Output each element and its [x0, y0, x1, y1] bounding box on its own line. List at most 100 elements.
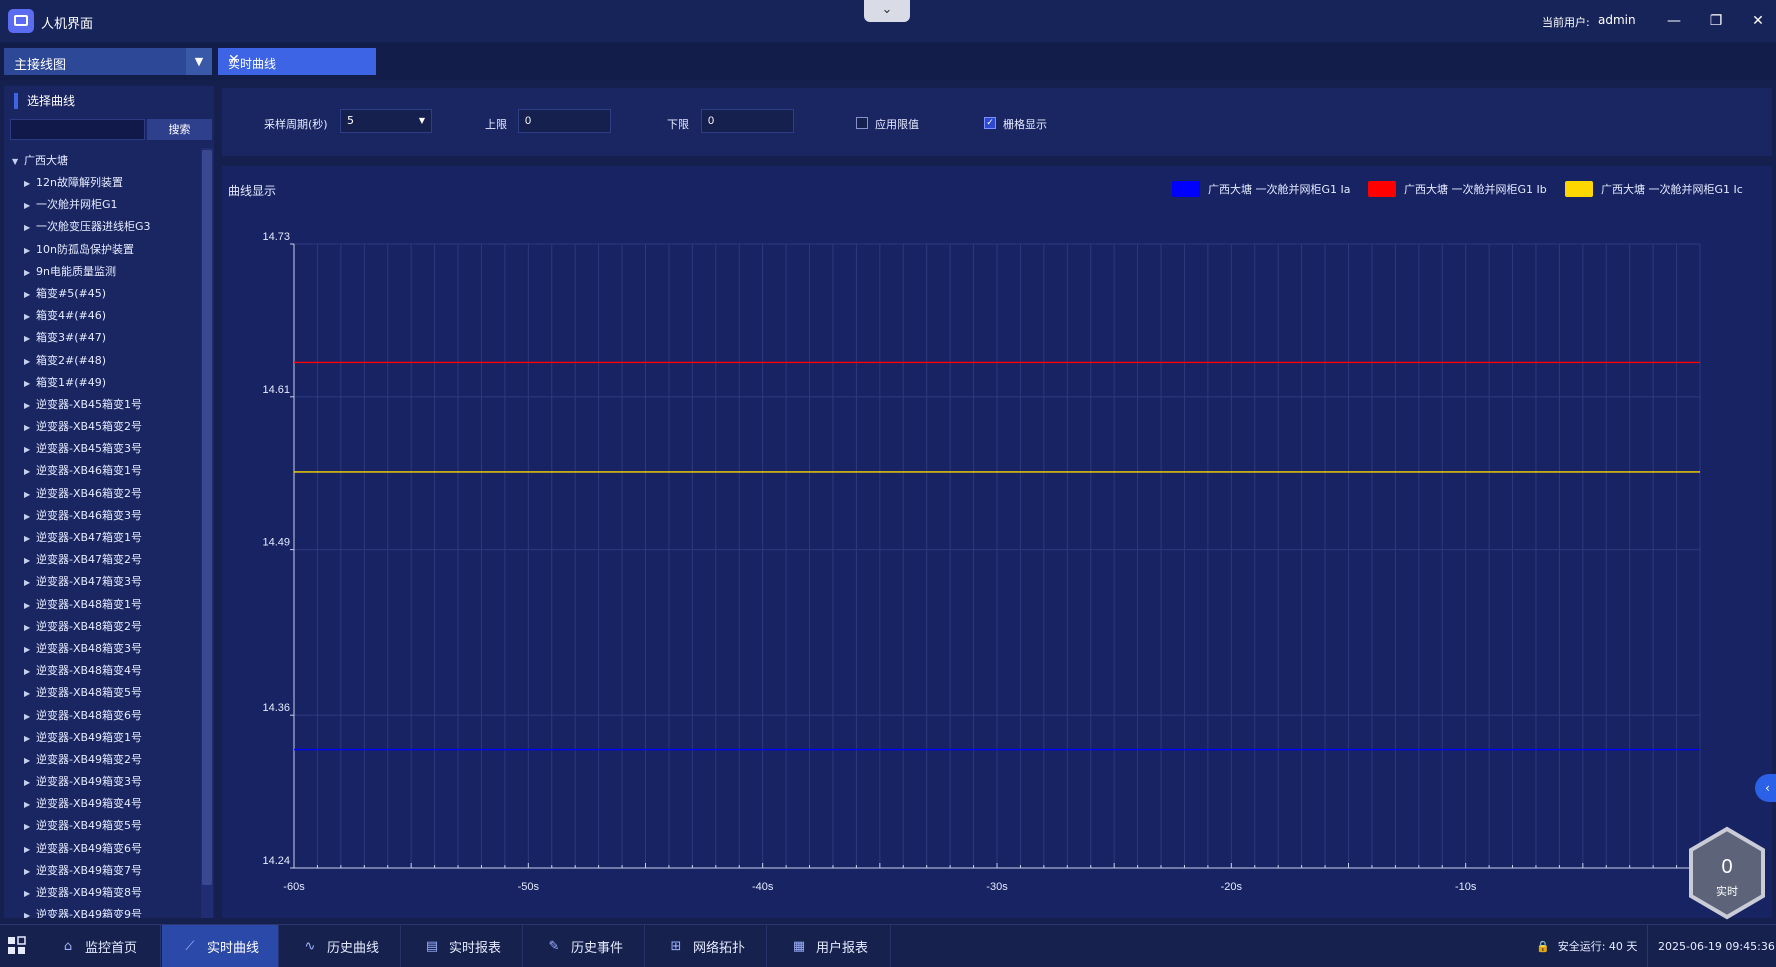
tree-item-label: 箱变4#(#46) — [36, 309, 107, 323]
grid-display-checkbox[interactable]: ✓ — [984, 117, 996, 129]
tree-item[interactable]: ▶ 逆变器-XB49箱变1号 — [12, 727, 198, 749]
expand-right-icon[interactable]: ▶ — [24, 750, 36, 772]
expand-right-icon[interactable]: ▶ — [24, 373, 36, 395]
expand-right-icon[interactable]: ▶ — [24, 617, 36, 639]
expand-right-icon[interactable]: ▶ — [24, 439, 36, 461]
close-tab-icon[interactable]: ✕ — [228, 52, 366, 68]
start-menu-icon[interactable] — [0, 925, 34, 967]
search-button[interactable]: 搜索 — [147, 119, 212, 140]
tree-item[interactable]: ▶ 箱变3#(#47) — [12, 327, 198, 349]
taskbar-item-7[interactable]: ▦ 用户报表 — [768, 925, 891, 967]
tree-item[interactable]: ▶ 逆变器-XB48箱变2号 — [12, 616, 198, 638]
upper-limit-input[interactable] — [518, 109, 611, 133]
tree-item[interactable]: ▶ 箱变#5(#45) — [12, 283, 198, 305]
tree-item[interactable]: ▶ 逆变器-XB48箱变1号 — [12, 594, 198, 616]
taskbar-item-4[interactable]: ▤ 实时报表 — [402, 925, 523, 967]
tree-item[interactable]: ▶ 逆变器-XB49箱变6号 — [12, 838, 198, 860]
expand-right-icon[interactable]: ▶ — [24, 395, 36, 417]
expand-right-icon[interactable]: ▶ — [24, 284, 36, 306]
view-select-dropdown[interactable]: 主接线图 ▼ — [4, 48, 212, 75]
expand-right-icon[interactable]: ▶ — [24, 351, 36, 373]
expand-right-icon[interactable]: ▶ — [24, 328, 36, 350]
tree-item[interactable]: ▶ 逆变器-XB49箱变9号 — [12, 904, 198, 918]
expand-right-icon[interactable]: ▶ — [24, 550, 36, 572]
expand-right-icon[interactable]: ▶ — [24, 572, 36, 594]
tree-root-node[interactable]: ▼ 广西大塘 — [12, 150, 198, 172]
tree-item[interactable]: ▶ 12n故障解列装置 — [12, 172, 198, 194]
period-select[interactable]: 5 ▼ — [340, 109, 432, 133]
tree-item[interactable]: ▶ 逆变器-XB45箱变2号 — [12, 416, 198, 438]
tree-item[interactable]: ▶ 逆变器-XB45箱变3号 — [12, 438, 198, 460]
tree-item[interactable]: ▶ 逆变器-XB47箱变3号 — [12, 571, 198, 593]
taskbar-item-6[interactable]: ⊞ 网络拓扑 — [646, 925, 767, 967]
expand-down-icon[interactable]: ▼ — [12, 151, 24, 173]
tree-item[interactable]: ▶ 逆变器-XB49箱变3号 — [12, 771, 198, 793]
sidebar-scroll-thumb[interactable] — [202, 150, 212, 885]
tree-item[interactable]: ▶ 逆变器-XB49箱变8号 — [12, 882, 198, 904]
expand-right-icon[interactable]: ▶ — [24, 217, 36, 239]
tree-item[interactable]: ▶ 10n防孤岛保护装置 — [12, 239, 198, 261]
close-window-button[interactable]: ✕ — [1744, 8, 1772, 34]
tree-item[interactable]: ▶ 逆变器-XB48箱变4号 — [12, 660, 198, 682]
tree-item[interactable]: ▶ 逆变器-XB49箱变5号 — [12, 815, 198, 837]
expand-right-icon[interactable]: ▶ — [24, 772, 36, 794]
collapse-header-button[interactable]: ⌄ — [864, 0, 910, 22]
curve-toolbar: 采样周期(秒) 5 ▼ 上限 下限 应用限值 ✓ 栅格显示 — [222, 88, 1772, 156]
expand-right-icon[interactable]: ▶ — [24, 195, 36, 217]
grid-display-label: 栅格显示 — [1003, 118, 1047, 131]
tree-item[interactable]: ▶ 一次舱并网柜G1 — [12, 194, 198, 216]
tree-item[interactable]: ▶ 逆变器-XB48箱变5号 — [12, 682, 198, 704]
expand-right-icon[interactable]: ▶ — [24, 883, 36, 905]
expand-right-icon[interactable]: ▶ — [24, 816, 36, 838]
tab-realtime-curve[interactable]: 实时曲线 ✕ — [218, 48, 376, 75]
expand-right-icon[interactable]: ▶ — [24, 794, 36, 816]
chevron-down-icon[interactable]: ▼ — [186, 48, 212, 75]
tree-item[interactable]: ▶ 逆变器-XB45箱变1号 — [12, 394, 198, 416]
expand-right-icon[interactable]: ▶ — [24, 861, 36, 883]
search-input[interactable] — [10, 119, 145, 140]
expand-right-icon[interactable]: ▶ — [24, 240, 36, 262]
tree-item[interactable]: ▶ 逆变器-XB49箱变7号 — [12, 860, 198, 882]
expand-right-icon[interactable]: ▶ — [24, 706, 36, 728]
tree-item[interactable]: ▶ 9n电能质量监测 — [12, 261, 198, 283]
taskbar-item-5[interactable]: ✎ 历史事件 — [524, 925, 645, 967]
tree-item[interactable]: ▶ 逆变器-XB46箱变3号 — [12, 505, 198, 527]
expand-right-icon[interactable]: ▶ — [24, 528, 36, 550]
tree-item[interactable]: ▶ 箱变1#(#49) — [12, 372, 198, 394]
expand-right-icon[interactable]: ▶ — [24, 417, 36, 439]
expand-right-icon[interactable]: ▶ — [24, 306, 36, 328]
tree-item[interactable]: ▶ 逆变器-XB49箱变2号 — [12, 749, 198, 771]
tree-item[interactable]: ▶ 逆变器-XB47箱变1号 — [12, 527, 198, 549]
minimize-button[interactable]: — — [1660, 8, 1688, 34]
expand-right-icon[interactable]: ▶ — [24, 173, 36, 195]
lower-limit-input[interactable] — [701, 109, 794, 133]
expand-right-icon[interactable]: ▶ — [24, 595, 36, 617]
tree-item[interactable]: ▶ 逆变器-XB46箱变2号 — [12, 483, 198, 505]
tree-item[interactable]: ▶ 逆变器-XB49箱变4号 — [12, 793, 198, 815]
tree-item[interactable]: ▶ 箱变4#(#46) — [12, 305, 198, 327]
x-tick-label: -10s — [1455, 881, 1477, 893]
apply-limit-checkbox[interactable] — [856, 117, 868, 129]
restore-button[interactable]: ❐ — [1702, 8, 1730, 34]
tree-item[interactable]: ▶ 逆变器-XB48箱变6号 — [12, 705, 198, 727]
expand-right-icon[interactable]: ▶ — [24, 639, 36, 661]
expand-right-icon[interactable]: ▶ — [24, 506, 36, 528]
tree-item[interactable]: ▶ 逆变器-XB48箱变3号 — [12, 638, 198, 660]
taskbar-item-2[interactable]: ⟋ 实时曲线 — [162, 925, 279, 967]
expand-right-icon[interactable]: ▶ — [24, 728, 36, 750]
expand-right-icon[interactable]: ▶ — [24, 839, 36, 861]
tree-item[interactable]: ▶ 逆变器-XB46箱变1号 — [12, 460, 198, 482]
expand-right-icon[interactable]: ▶ — [24, 661, 36, 683]
expand-right-icon[interactable]: ▶ — [24, 461, 36, 483]
side-panel-toggle-icon[interactable]: ‹ — [1755, 774, 1776, 802]
tree-item[interactable]: ▶ 一次舱变压器进线柜G3 — [12, 216, 198, 238]
tree-item[interactable]: ▶ 箱变2#(#48) — [12, 350, 198, 372]
expand-right-icon[interactable]: ▶ — [24, 484, 36, 506]
taskbar-item-label: 实时曲线 — [206, 940, 259, 956]
tree-item[interactable]: ▶ 逆变器-XB47箱变2号 — [12, 549, 198, 571]
expand-right-icon[interactable]: ▶ — [24, 262, 36, 284]
taskbar-item-3[interactable]: ∿ 历史曲线 — [280, 925, 401, 967]
taskbar-item-1[interactable]: ⌂ 监控首页 — [36, 925, 161, 967]
expand-right-icon[interactable]: ▶ — [24, 683, 36, 705]
expand-right-icon[interactable]: ▶ — [24, 905, 36, 918]
